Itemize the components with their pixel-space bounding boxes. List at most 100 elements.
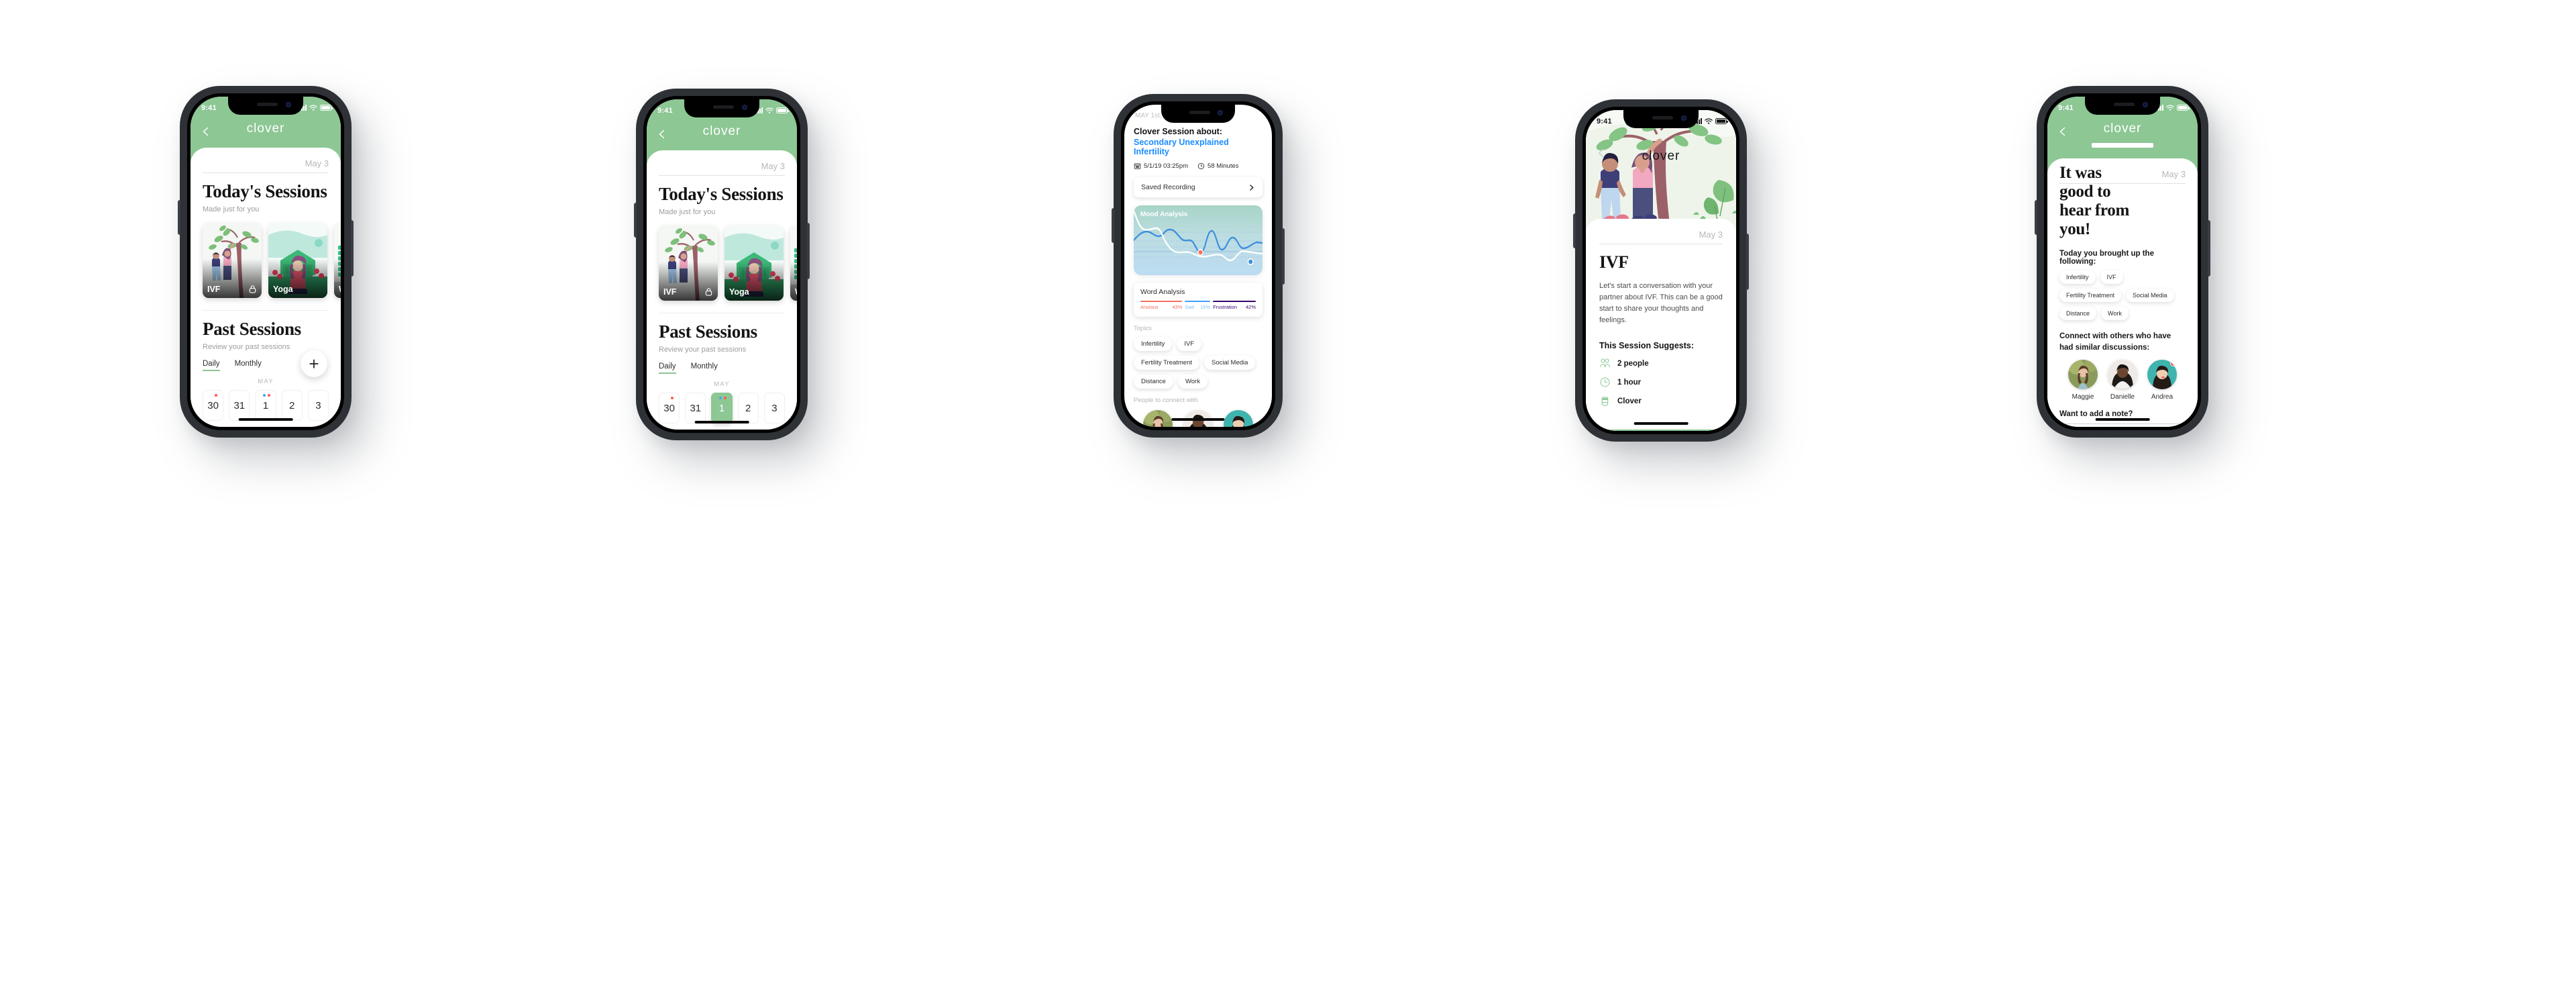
day-number: 3: [771, 402, 777, 414]
word-bar: [1213, 301, 1256, 302]
topic-chip[interactable]: Work: [2101, 307, 2129, 320]
home-indicator: [694, 421, 749, 423]
day-cell[interactable]: 30: [203, 390, 224, 421]
session-card-yoga[interactable]: Yoga: [724, 226, 784, 301]
avatar-danielle-icon: [2107, 360, 2137, 390]
word-segment-sad: Sad 15%: [1185, 301, 1211, 310]
back-chevron-icon[interactable]: [1596, 148, 1607, 158]
wifi-icon: [1705, 118, 1713, 124]
saved-recording-row[interactable]: Saved Recording: [1134, 177, 1263, 197]
battery-icon: [2177, 105, 2190, 111]
person-item[interactable]: Maggie: [2063, 360, 2102, 401]
day-number: 30: [207, 399, 219, 411]
tab-monthly[interactable]: Monthly: [691, 362, 718, 374]
people-list: Maggie Danielle: [2059, 360, 2186, 401]
notch: [684, 99, 759, 117]
day-cell[interactable]: 30: [659, 393, 680, 424]
suggestion-label: Clover: [1617, 397, 1642, 405]
word-label: Frustration: [1213, 304, 1237, 310]
note-input[interactable]: Type something: [2059, 423, 2186, 427]
day-cell[interactable]: 2: [737, 393, 759, 424]
tab-monthly[interactable]: Monthly: [235, 360, 262, 371]
topic-chip[interactable]: Distance: [2059, 307, 2097, 320]
day-cell[interactable]: 3: [307, 390, 329, 421]
date-tag-rule: [659, 175, 785, 176]
topic-chip[interactable]: IVF: [1177, 337, 1202, 351]
app-title: clover: [1642, 149, 1680, 163]
add-session-button[interactable]: +: [301, 350, 327, 377]
topic-chip[interactable]: Work: [1177, 375, 1208, 389]
topic-chip[interactable]: Distance: [1134, 375, 1173, 389]
page-title: Today's Sessions: [203, 181, 327, 201]
day-number: 3: [315, 399, 321, 411]
phone-screen: 9:41 clover May 3 It was good to hear fr…: [2047, 97, 2198, 427]
word-bar: [1140, 301, 1183, 302]
avatar-maggie-icon: [1142, 410, 1173, 427]
content-sheet: May 3 It was good to hear from you! Toda…: [2047, 158, 2198, 427]
back-chevron-icon[interactable]: [657, 129, 667, 140]
word-label: Anxious: [1140, 304, 1159, 310]
status-time: 9:41: [201, 103, 217, 112]
topic-chip[interactable]: IVF: [2100, 270, 2123, 284]
word-segment-frustration: Frustration 42%: [1213, 301, 1256, 310]
screenshot-stage: 9:41 clover May 3 Today's Sessions Made …: [0, 0, 2576, 998]
section-divider: [203, 310, 329, 311]
day-cell[interactable]: 31: [685, 393, 706, 424]
content-sheet: May 3 IVF Let's start a conversation wit…: [1586, 219, 1736, 431]
event-dot-blue: [262, 394, 266, 397]
topic-chip[interactable]: Infertility: [2059, 270, 2096, 284]
next-button[interactable]: Next: [1599, 430, 1723, 431]
session-card-work-life[interactable]: Work Lif: [334, 223, 341, 299]
topic-chip[interactable]: Infertility: [1134, 337, 1173, 351]
back-chevron-icon[interactable]: [201, 126, 211, 137]
next-button-wrap: Next: [1599, 430, 1723, 431]
topic-chip-list: Infertility IVF Fertility Treatment Soci…: [1134, 337, 1263, 389]
day-strip: 30 31 1 2 3: [203, 390, 329, 421]
topic-chip[interactable]: Social Media: [2126, 289, 2174, 302]
home-indicator: [2095, 418, 2150, 421]
card-label: Yoga: [729, 287, 749, 297]
word-label: Sad: [1185, 304, 1194, 310]
date-tag-label: May 3: [761, 161, 785, 171]
date-tag-label: May 3: [2161, 169, 2186, 179]
day-strip: 30 31 1 2 3: [659, 393, 786, 424]
mood-marker-blue: [1248, 259, 1253, 264]
tab-daily[interactable]: Daily: [203, 360, 220, 372]
page-subtitle: Made just for you: [659, 208, 716, 217]
word-bar: [1185, 301, 1211, 302]
front-camera: [1218, 110, 1224, 115]
day-cell-selected[interactable]: 1: [711, 393, 733, 424]
person-item[interactable]: Andrea: [1219, 410, 1258, 427]
date-tag: May 3: [203, 148, 329, 173]
people-icon: [1599, 358, 1611, 368]
day-number: 1: [262, 399, 269, 411]
topic-chip[interactable]: Fertility Treatment: [2059, 289, 2122, 302]
day-number: 31: [690, 402, 702, 414]
person-item[interactable]: Danielle: [2103, 360, 2142, 401]
person-item[interactable]: Andrea: [2143, 360, 2182, 401]
day-cell[interactable]: 3: [763, 393, 786, 424]
session-card-ivf[interactable]: IVF: [203, 223, 262, 299]
session-topic-link[interactable]: Secondary Unexplained Infertility: [1134, 138, 1263, 156]
phone-screen: MAY 1st, Clover Session about: Secondary…: [1124, 105, 1272, 427]
avatar: [1142, 410, 1173, 427]
wifi-icon: [765, 107, 773, 113]
session-card-yoga[interactable]: Yoga: [268, 223, 327, 299]
suggestion-label: 2 people: [1617, 359, 1649, 368]
app-title: clover: [702, 124, 741, 138]
session-card-ivf[interactable]: IVF: [659, 226, 718, 301]
topics-label: Topics: [1134, 325, 1152, 332]
day-cell[interactable]: 1: [255, 390, 276, 421]
mood-analysis-chart: Mood Analysis: [1134, 205, 1263, 275]
topic-chip[interactable]: Fertility Treatment: [1134, 356, 1200, 370]
back-chevron-icon[interactable]: [2057, 126, 2068, 137]
session-meta: 5/1/19 03:25pm 58 Minutes: [1134, 162, 1263, 170]
topic-chip[interactable]: Social Media: [1204, 356, 1256, 370]
card-label: IVF: [207, 285, 221, 295]
day-cell[interactable]: 2: [281, 390, 303, 421]
day-cell[interactable]: 31: [229, 390, 250, 421]
suggestion-clover: Clover: [1599, 395, 1723, 407]
word-label-row: Frustration 42%: [1213, 304, 1256, 310]
session-card-work-life[interactable]: Work Lif: [790, 226, 797, 301]
tab-daily[interactable]: Daily: [659, 362, 676, 375]
